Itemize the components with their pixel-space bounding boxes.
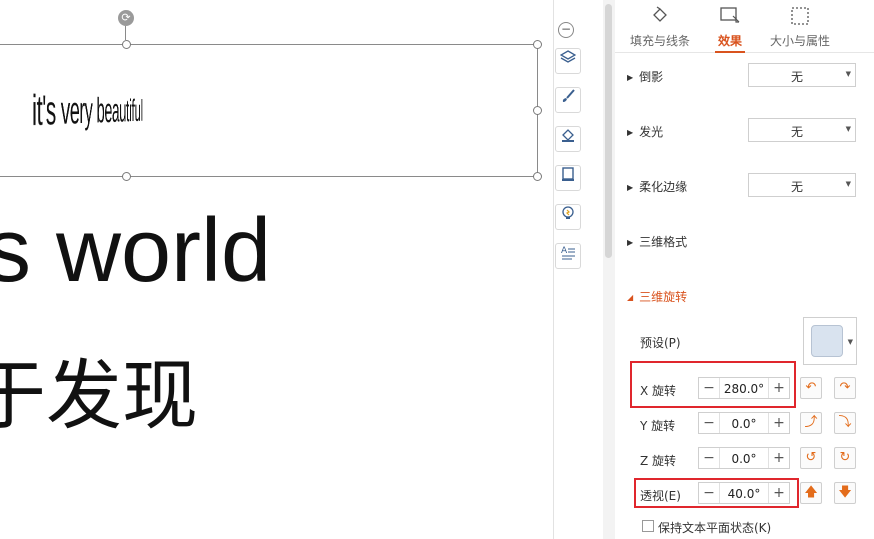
section-label: 发光 xyxy=(639,125,664,139)
tab-label: 填充与线条 xyxy=(629,34,690,48)
expand-triangle-icon: ▶ xyxy=(627,183,634,192)
section-soft-edges[interactable]: ▶ 柔化边缘 xyxy=(627,178,687,195)
svg-text:A: A xyxy=(561,246,568,256)
perspective-highlight-box xyxy=(634,478,799,508)
shape-outline-icon[interactable] xyxy=(555,165,581,191)
body-text-chinese[interactable]: 于发现 xyxy=(0,346,198,446)
section-3d-format[interactable]: ▶ 三维格式 xyxy=(627,233,687,250)
chevron-down-icon: ▼ xyxy=(847,338,853,346)
panel-scrollbar-thumb[interactable] xyxy=(605,4,612,258)
preset-label: 预设(P) xyxy=(640,336,681,350)
section-3d-rotation[interactable]: ◢ 三维旋转 xyxy=(627,288,687,305)
property-panel: 填充与线条 效果 大小与属性 ▶ 倒影 无 ▼ ▶ 发光 无 ▼ ▶ 柔化边缘 xyxy=(615,0,874,539)
rotate-handle-line xyxy=(125,26,126,40)
tab-size-and-properties[interactable]: 大小与属性 xyxy=(765,0,835,52)
checkbox-box[interactable] xyxy=(642,520,654,532)
decrement-button[interactable]: − xyxy=(699,448,720,468)
chevron-down-icon: ▼ xyxy=(845,180,851,188)
fill-bucket-icon xyxy=(650,6,670,28)
perspective-decrease-icon[interactable]: 🡇 xyxy=(834,482,856,504)
section-label: 三维格式 xyxy=(639,235,688,249)
tab-effects[interactable]: 效果 xyxy=(710,0,750,53)
preset-dropdown[interactable]: ▼ xyxy=(803,317,857,365)
section-label: 柔化边缘 xyxy=(639,180,688,194)
resize-handle-bottom[interactable] xyxy=(122,172,131,181)
increment-button[interactable]: + xyxy=(768,413,789,433)
z-rotation-label: Z 旋转 xyxy=(640,454,677,468)
section-label: 倒影 xyxy=(639,70,664,84)
perspective-increase-icon[interactable]: 🡅 xyxy=(800,482,822,504)
text-format-icon[interactable]: A xyxy=(555,243,581,269)
y-rotation-stepper[interactable]: − 0.0° + xyxy=(698,412,790,434)
rotate-up-icon[interactable]: ⤴ xyxy=(800,412,822,434)
x-rotation-highlight-box xyxy=(630,361,796,408)
z-rotation-value[interactable]: 0.0° xyxy=(720,452,768,466)
section-glow[interactable]: ▶ 发光 xyxy=(627,123,663,140)
section-shadow[interactable]: ▶ 倒影 xyxy=(627,68,663,85)
collapse-triangle-icon: ◢ xyxy=(627,293,634,302)
shadow-dropdown[interactable]: 无 ▼ xyxy=(748,63,856,87)
collapse-toolbar-icon[interactable]: − xyxy=(558,22,574,38)
glow-dropdown[interactable]: 无 ▼ xyxy=(748,118,856,142)
floating-toolbar: − A xyxy=(553,0,605,539)
tab-fill-and-line[interactable]: 填充与线条 xyxy=(625,0,695,52)
fill-icon[interactable] xyxy=(555,126,581,152)
expand-triangle-icon: ▶ xyxy=(627,238,634,247)
preset-swatch xyxy=(811,325,843,357)
chevron-down-icon: ▼ xyxy=(845,70,851,78)
increment-button[interactable]: + xyxy=(768,448,789,468)
decrement-button[interactable]: − xyxy=(699,413,720,433)
dropdown-value: 无 xyxy=(790,125,803,139)
tab-label: 大小与属性 xyxy=(769,34,830,48)
rotate-right-icon[interactable]: ↷ xyxy=(834,377,856,399)
size-icon xyxy=(790,6,810,30)
z-rotation-stepper[interactable]: − 0.0° + xyxy=(698,447,790,469)
rotate-down-icon[interactable]: ⤵ xyxy=(834,412,856,434)
tab-label: 效果 xyxy=(717,34,742,48)
y-rotation-value[interactable]: 0.0° xyxy=(720,417,768,431)
chevron-down-icon: ▼ xyxy=(845,125,851,133)
resize-handle-bottom-right[interactable] xyxy=(533,172,542,181)
rotate-counterclockwise-icon[interactable]: ↺ xyxy=(800,447,822,469)
slide-canvas[interactable]: ⟳ it's very beautiful s world 于发现 xyxy=(0,0,553,539)
effects-icon xyxy=(719,6,741,28)
body-text-world[interactable]: s world xyxy=(0,196,271,306)
dropdown-value: 无 xyxy=(790,70,803,84)
rotate-clockwise-icon[interactable]: ↻ xyxy=(834,447,856,469)
brush-icon[interactable] xyxy=(555,87,581,113)
active-tab-underline xyxy=(715,51,745,53)
resize-handle-top-right[interactable] xyxy=(533,40,542,49)
soft-edges-dropdown[interactable]: 无 ▼ xyxy=(748,173,856,197)
keep-text-flat-label: 保持文本平面状态(K) xyxy=(658,521,772,535)
rotate-handle-icon[interactable]: ⟳ xyxy=(118,10,134,26)
y-rotation-label: Y 旋转 xyxy=(640,419,676,433)
dropdown-value: 无 xyxy=(790,180,803,194)
rotate-left-icon[interactable]: ↶ xyxy=(800,377,822,399)
expand-triangle-icon: ▶ xyxy=(627,128,634,137)
resize-handle-top[interactable] xyxy=(122,40,131,49)
expand-triangle-icon: ▶ xyxy=(627,73,634,82)
lightbulb-icon[interactable] xyxy=(555,204,581,230)
wordart-text[interactable]: it's very beautiful xyxy=(32,56,143,166)
section-label: 三维旋转 xyxy=(639,290,688,304)
resize-handle-right[interactable] xyxy=(533,106,542,115)
layers-icon[interactable] xyxy=(555,48,581,74)
panel-tabs: 填充与线条 效果 大小与属性 xyxy=(615,0,874,53)
